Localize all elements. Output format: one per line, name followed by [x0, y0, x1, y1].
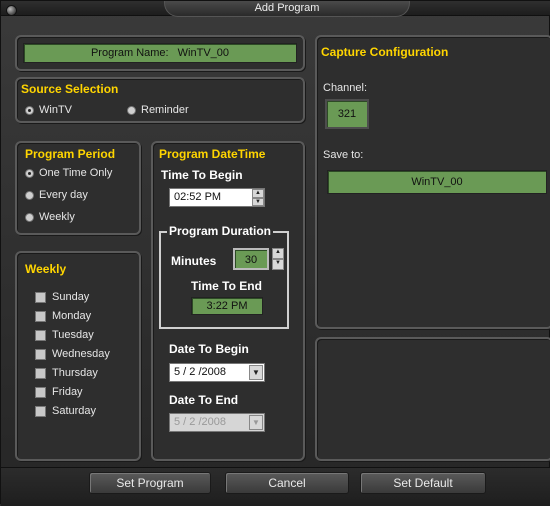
radio-weekly-label: Weekly: [39, 211, 75, 223]
checkbox-tuesday-label: Tuesday: [52, 329, 94, 341]
cancel-button[interactable]: Cancel: [225, 472, 349, 494]
checkbox-monday-label: Monday: [52, 310, 92, 322]
spin-down-icon[interactable]: ▼: [272, 259, 284, 270]
channel-label: Channel:: [323, 82, 368, 94]
checkbox-icon: [35, 367, 46, 379]
radio-selected-icon: [25, 168, 34, 178]
checkbox-icon: [35, 291, 46, 303]
checkbox-friday[interactable]: Friday: [35, 386, 83, 398]
program-name-panel: Program Name: WinTV_00: [15, 35, 305, 71]
checkbox-wednesday-label: Wednesday: [52, 348, 110, 360]
radio-weekly[interactable]: Weekly: [25, 211, 75, 223]
radio-one-time-only[interactable]: One Time Only: [25, 167, 112, 179]
spin-up-icon[interactable]: ▲: [272, 248, 284, 259]
info-panel: [315, 337, 550, 461]
program-name-value: WinTV_00: [177, 47, 230, 59]
checkbox-sunday-label: Sunday: [52, 291, 90, 303]
checkbox-saturday-label: Saturday: [52, 405, 97, 417]
radio-every-day[interactable]: Every day: [25, 189, 88, 201]
time-to-begin-label: Time To Begin: [161, 168, 243, 182]
channel-value: 321: [337, 108, 357, 120]
checkbox-icon: [35, 348, 46, 360]
minutes-label: Minutes: [171, 254, 217, 268]
program-period-title: Program Period: [25, 147, 116, 161]
time-to-end-label: Time To End: [191, 279, 262, 293]
time-to-end-value: 3:22 PM: [206, 300, 248, 312]
spin-down-icon[interactable]: ▼: [252, 197, 264, 206]
date-to-begin-label: Date To Begin: [169, 342, 249, 356]
date-to-begin-dropdown[interactable]: 5 / 2 /2008 ▼: [169, 363, 265, 382]
window-title: Add Program: [164, 1, 410, 17]
save-to-label: Save to:: [323, 149, 364, 161]
chevron-down-icon[interactable]: ▼: [249, 365, 263, 380]
minutes-field[interactable]: 30: [233, 248, 269, 270]
time-to-begin-spinner[interactable]: 02:52 PM ▲ ▼: [169, 188, 265, 207]
date-to-end-label: Date To End: [169, 393, 239, 407]
minutes-value: 30: [244, 254, 258, 266]
radio-selected-icon: [25, 105, 34, 115]
radio-wintv-label: WinTV: [39, 104, 72, 116]
time-to-end-field: 3:22 PM: [191, 297, 263, 315]
program-duration-title: Program Duration: [167, 224, 274, 238]
checkbox-icon: [35, 310, 46, 322]
weekly-title: Weekly: [25, 262, 67, 276]
checkbox-sunday[interactable]: Sunday: [35, 291, 89, 303]
minutes-spinner[interactable]: ▲ ▼: [272, 248, 284, 270]
checkbox-thursday[interactable]: Thursday: [35, 367, 98, 379]
screw-icon: [6, 5, 17, 16]
add-program-window: Add Program Program Name: WinTV_00 Sourc…: [0, 0, 550, 506]
date-to-end-dropdown: 5 / 2 /2008 ▼: [169, 413, 265, 432]
source-selection-title: Source Selection: [21, 82, 119, 96]
radio-reminder-label: Reminder: [141, 104, 189, 116]
date-to-begin-value: 5 / 2 /2008: [174, 366, 226, 378]
checkbox-saturday[interactable]: Saturday: [35, 405, 96, 417]
checkbox-monday[interactable]: Monday: [35, 310, 91, 322]
set-program-button[interactable]: Set Program: [89, 472, 211, 494]
radio-every-day-label: Every day: [39, 189, 88, 201]
program-name-field[interactable]: Program Name: WinTV_00: [23, 43, 297, 63]
checkbox-icon: [35, 329, 46, 341]
radio-unselected-icon: [25, 190, 34, 200]
checkbox-icon: [35, 405, 46, 417]
time-to-begin-value: 02:52 PM: [174, 191, 222, 203]
radio-reminder[interactable]: Reminder: [127, 104, 189, 116]
radio-unselected-icon: [127, 105, 136, 115]
checkbox-thursday-label: Thursday: [52, 367, 98, 379]
program-datetime-panel: Program DateTime Time To Begin 02:52 PM …: [151, 141, 305, 461]
checkbox-icon: [35, 386, 46, 398]
checkbox-friday-label: Friday: [52, 386, 83, 398]
capture-configuration-title: Capture Configuration: [321, 45, 449, 59]
chevron-down-icon: ▼: [249, 415, 263, 430]
radio-one-time-label: One Time Only: [39, 167, 113, 179]
radio-wintv[interactable]: WinTV: [25, 104, 72, 116]
set-default-button[interactable]: Set Default: [360, 472, 486, 494]
save-to-field[interactable]: WinTV_00: [327, 170, 547, 194]
spin-up-icon[interactable]: ▲: [252, 189, 264, 198]
checkbox-wednesday[interactable]: Wednesday: [35, 348, 110, 360]
program-datetime-title: Program DateTime: [159, 147, 266, 161]
radio-unselected-icon: [25, 212, 34, 222]
program-name-label: Program Name:: [90, 47, 169, 59]
source-selection-panel: Source Selection WinTV Reminder: [15, 77, 305, 123]
checkbox-tuesday[interactable]: Tuesday: [35, 329, 94, 341]
capture-configuration-panel: Capture Configuration Channel: 321 Save …: [315, 35, 550, 329]
weekly-panel: Weekly Sunday Monday Tuesday Wednesday T…: [15, 251, 141, 461]
date-to-end-value: 5 / 2 /2008: [174, 416, 226, 428]
channel-field[interactable]: 321: [325, 99, 369, 129]
program-period-panel: Program Period One Time Only Every day W…: [15, 141, 141, 235]
program-duration-group: Program Duration Minutes 30 ▲ ▼ Time To …: [159, 224, 289, 329]
save-to-value: WinTV_00: [411, 176, 463, 188]
